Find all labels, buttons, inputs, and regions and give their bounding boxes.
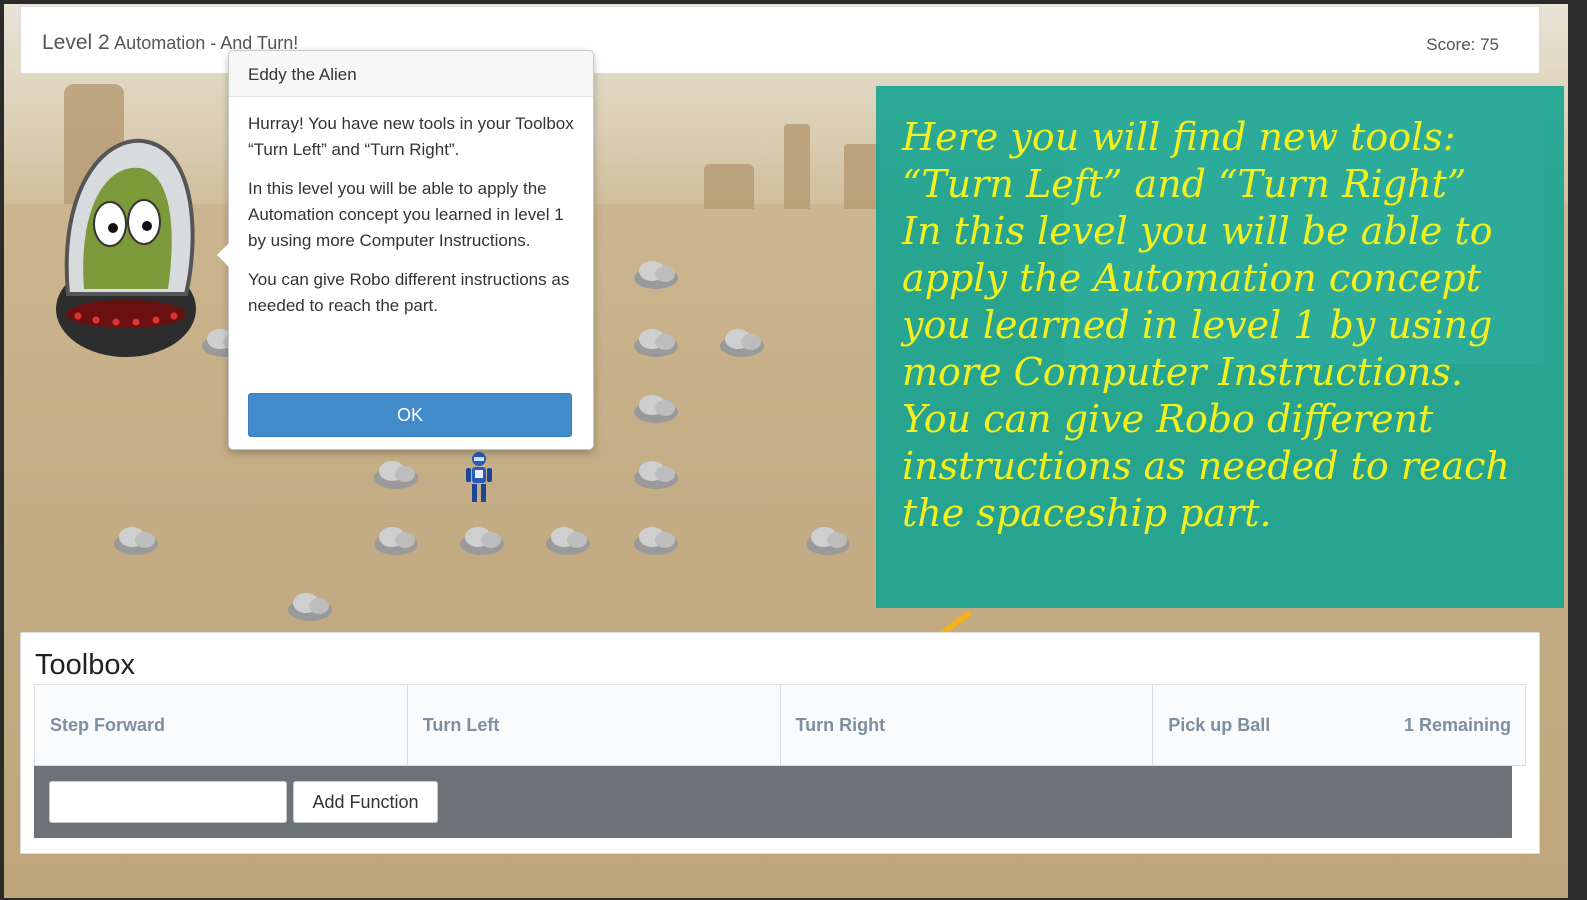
mesa-rock	[844, 144, 880, 209]
rock-icon	[634, 527, 678, 555]
rock-icon	[460, 527, 504, 555]
dialog-title: Eddy the Alien	[229, 51, 593, 97]
alien-dialog: Eddy the Alien Hurray! You have new tool…	[217, 50, 594, 450]
annotation-text: Here you will find new tools: “Turn Left…	[902, 115, 1510, 535]
dialog-paragraph: In this level you will be able to apply …	[248, 179, 564, 250]
tool-remaining-count: 1 Remaining	[1403, 715, 1511, 735]
ok-button[interactable]: OK	[248, 393, 572, 437]
function-bar: Add Function	[34, 766, 1512, 838]
rock-icon	[806, 527, 850, 555]
rock-icon	[288, 593, 332, 621]
robot-icon	[466, 452, 492, 502]
tool-label: Pick up Ball	[1168, 715, 1271, 735]
alien-avatar	[56, 138, 196, 357]
toolbox-panel: Toolbox Step Forward Turn Left Turn Righ…	[20, 632, 1540, 854]
tool-list: Step Forward Turn Left Turn Right Pick u…	[34, 684, 1526, 766]
rock-icon	[546, 527, 590, 555]
add-function-button[interactable]: Add Function	[293, 781, 438, 823]
dialog-paragraph: You can give Robo different instructions…	[248, 270, 570, 315]
score-display: Score: 75	[1426, 35, 1499, 54]
dialog-pointer	[217, 243, 229, 267]
rock-icon	[634, 329, 678, 357]
level-number: Level 2	[42, 31, 110, 54]
mesa-rock	[704, 164, 754, 209]
tool-pick-up-ball[interactable]: Pick up Ball 1 Remaining	[1153, 685, 1525, 765]
rock-icon	[634, 395, 678, 423]
rock-icon	[374, 527, 418, 555]
tool-label: Turn Right	[795, 715, 886, 735]
dialog-paragraph: Hurray! You have new tools in your Toolb…	[248, 114, 574, 159]
rock-icon	[634, 461, 678, 489]
mesa-rock	[784, 124, 810, 209]
tool-step-forward[interactable]: Step Forward	[35, 685, 408, 765]
tutorial-annotation: Here you will find new tools: “Turn Left…	[876, 86, 1564, 608]
rock-icon	[114, 527, 158, 555]
tool-turn-right[interactable]: Turn Right	[780, 685, 1154, 765]
tool-turn-left[interactable]: Turn Left	[407, 685, 781, 765]
function-name-input[interactable]	[49, 781, 287, 823]
rock-icon	[634, 261, 678, 289]
tool-label: Turn Left	[422, 715, 500, 735]
rock-icon	[374, 461, 418, 489]
toolbox-title: Toolbox	[35, 649, 135, 681]
rock-icon	[720, 329, 764, 357]
tool-label: Step Forward	[50, 715, 166, 735]
dialog-body: Hurray! You have new tools in your Toolb…	[229, 97, 593, 319]
